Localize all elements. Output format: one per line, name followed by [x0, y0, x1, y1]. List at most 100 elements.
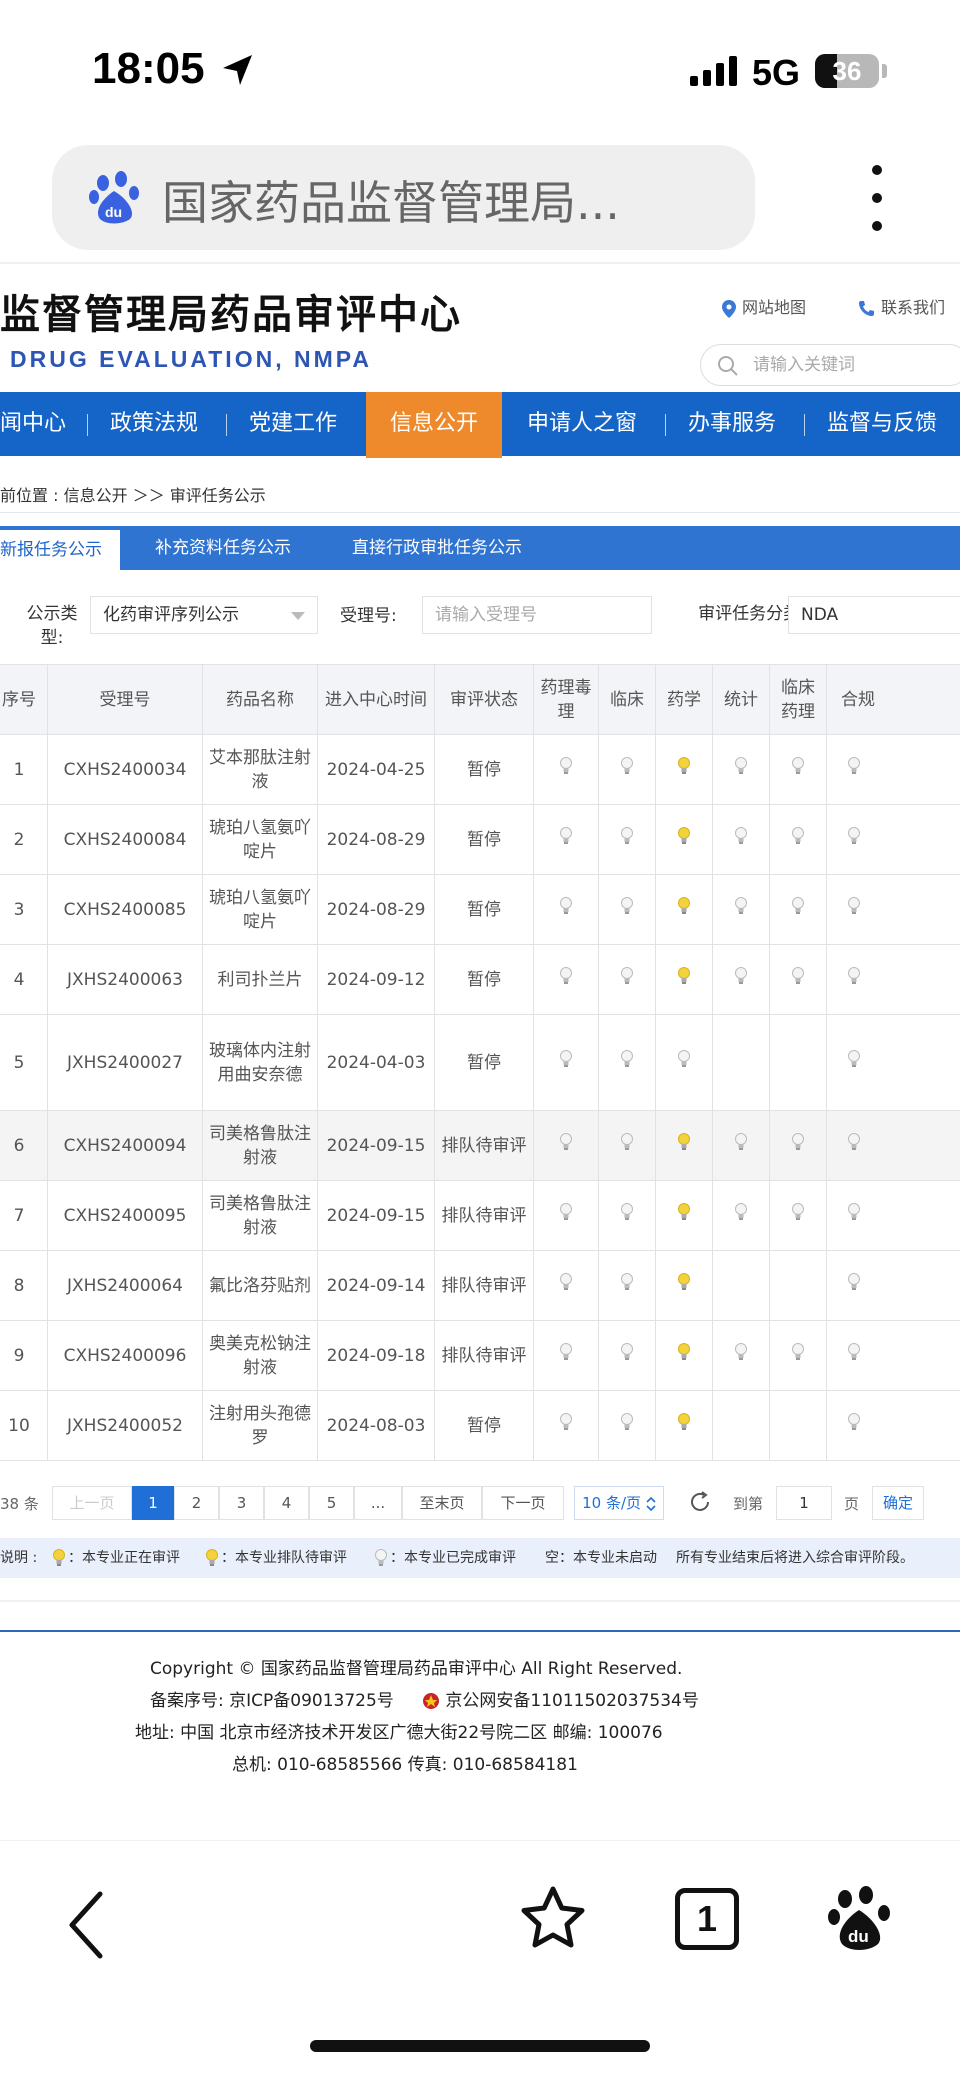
bulb-yellow-icon [678, 827, 690, 844]
cell-accept-no[interactable]: CXHS2400094 [47, 1110, 203, 1181]
nav-info-public[interactable]: 信息公开 [366, 392, 502, 458]
tabs-count-button[interactable]: 1 [675, 1888, 739, 1950]
status-time: 18:05 [92, 44, 205, 93]
table-row[interactable]: 4 JXHS2400063 利司扑兰片 2024-09-12 暂停 [0, 944, 960, 1015]
cell-accept-no[interactable]: CXHS2400096 [47, 1320, 203, 1391]
nav-applicant[interactable]: 申请人之窗 [527, 392, 637, 456]
bulb-gray-icon [848, 827, 860, 844]
more-menu-icon[interactable] [862, 165, 892, 235]
tab-direct-approval-tasks[interactable]: 直接行政审批任务公示 [352, 526, 522, 570]
cell-discipline-status [769, 1390, 827, 1461]
svg-text:du: du [848, 1927, 869, 1946]
task-tabs: 新报任务公示 补充资料任务公示 直接行政审批任务公示 [0, 526, 960, 570]
cell-status: 排队待审评 [434, 1250, 534, 1321]
cell-accept-no[interactable]: JXHS2400052 [47, 1390, 203, 1461]
table-row[interactable]: 2 CXHS2400084 琥珀八氢氨吖啶片 2024-08-29 暂停 [0, 804, 960, 875]
cell-status: 暂停 [434, 804, 534, 875]
table-row[interactable]: 7 CXHS2400095 司美格鲁肽注射液 2024-09-15 排队待审评 [0, 1180, 960, 1251]
tab-new-tasks[interactable]: 新报任务公示 [0, 530, 120, 570]
cell-accept-no[interactable]: JXHS2400063 [47, 944, 203, 1015]
last-page-button[interactable]: 至末页 [402, 1486, 482, 1520]
cell-discipline-status [712, 944, 770, 1015]
type-select[interactable]: 化药审评序列公示 [90, 596, 318, 634]
home-indicator [310, 2040, 650, 2052]
nav-separator [87, 414, 88, 436]
nav-policy[interactable]: 政策法规 [110, 392, 198, 456]
address-bar[interactable]: du 国家药品监督管理局... [52, 145, 755, 250]
search-icon [718, 356, 738, 376]
cell-accept-no[interactable]: CXHS2400085 [47, 874, 203, 945]
cell-discipline-status [533, 1110, 599, 1181]
total-count: 38 条 [0, 1495, 39, 1513]
footer-icp[interactable]: 备案序号: 京ICP备09013725号 [150, 1686, 394, 1711]
refresh-icon[interactable] [688, 1490, 712, 1514]
page-button-5[interactable]: 5 [309, 1486, 354, 1520]
location-arrow-icon [223, 55, 252, 85]
nav-separator [804, 414, 805, 436]
table-row[interactable]: 3 CXHS2400085 琥珀八氢氨吖啶片 2024-08-29 暂停 [0, 874, 960, 945]
cell-discipline-status [533, 874, 599, 945]
table-row[interactable]: 8 JXHS2400064 氟比洛芬贴剂 2024-09-14 排队待审评 [0, 1250, 960, 1321]
cell-accept-no[interactable]: CXHS2400095 [47, 1180, 203, 1251]
page-button-2[interactable]: 2 [174, 1486, 219, 1520]
th-statistics: 统计 [712, 664, 770, 735]
cell-discipline-status [655, 734, 713, 805]
table-row[interactable]: 1 CXHS2400034 艾本那肽注射液 2024-04-25 暂停 [0, 734, 960, 805]
confirm-button[interactable]: 确定 [872, 1486, 924, 1520]
prev-page-button[interactable]: 上一页 [52, 1486, 132, 1520]
baidu-paw-icon: du [89, 171, 139, 224]
divider [0, 262, 960, 264]
bulb-gray-icon [621, 1203, 633, 1220]
bulb-gray-icon [560, 897, 572, 914]
cell-discipline-status [769, 1250, 827, 1321]
cell-discipline-status [598, 1390, 656, 1461]
sitemap-link[interactable]: 网站地图 [722, 294, 806, 318]
cell-drug-name: 艾本那肽注射液 [202, 734, 318, 805]
cell-drug-name: 利司扑兰片 [202, 944, 318, 1015]
nav-services[interactable]: 办事服务 [688, 392, 776, 456]
category-select[interactable]: NDA [788, 596, 960, 634]
star-icon[interactable] [518, 1884, 588, 1954]
cell-discipline-status [655, 1110, 713, 1181]
bulb-yellow-icon [678, 967, 690, 984]
cell-accept-no[interactable]: CXHS2400034 [47, 734, 203, 805]
nav-feedback[interactable]: 监督与反馈 [827, 392, 937, 456]
cell-enter-time: 2024-08-29 [317, 874, 435, 945]
cell-discipline-status [712, 1110, 770, 1181]
table-row[interactable]: 5 JXHS2400027 玻璃体内注射用曲安奈德 2024-04-03 暂停 [0, 1014, 960, 1111]
baidu-home-icon[interactable]: du [828, 1884, 892, 1954]
site-search[interactable] [700, 344, 960, 386]
bulb-yellow-icon [678, 1203, 690, 1220]
cell-accept-no[interactable]: CXHS2400084 [47, 804, 203, 875]
nav-news[interactable]: 闻中心 [0, 392, 66, 456]
bulb-gray-icon [621, 1343, 633, 1360]
tab-supplement-tasks[interactable]: 补充资料任务公示 [155, 526, 291, 570]
cell-enter-time: 2024-04-25 [317, 734, 435, 805]
bulb-gray-icon [621, 827, 633, 844]
page-button-3[interactable]: 3 [219, 1486, 264, 1520]
bulb-gray-icon [560, 1203, 572, 1220]
table-row[interactable]: 10 JXHS2400052 注射用头孢德罗 2024-08-03 暂停 [0, 1390, 960, 1461]
bulb-gray-icon [792, 1343, 804, 1360]
cell-discipline-status [712, 1390, 770, 1461]
cell-discipline-status [826, 734, 960, 805]
cell-discipline-status [655, 944, 713, 1015]
goto-page-input[interactable]: 1 [776, 1486, 832, 1520]
bulb-gray-icon [792, 1133, 804, 1150]
page-button-4[interactable]: 4 [264, 1486, 309, 1520]
table-row[interactable]: 6 CXHS2400094 司美格鲁肽注射液 2024-09-15 排队待审评 [0, 1110, 960, 1181]
table-row[interactable]: 9 CXHS2400096 奥美克松钠注射液 2024-09-18 排队待审评 [0, 1320, 960, 1391]
cell-no: 3 [0, 874, 48, 945]
page-button-1[interactable]: 1 [132, 1486, 174, 1520]
back-icon[interactable] [66, 1890, 106, 1960]
search-input[interactable] [751, 351, 951, 379]
cell-discipline-status [533, 1180, 599, 1251]
nav-party[interactable]: 党建工作 [249, 392, 337, 456]
footer-police[interactable]: 京公网安备11011502037534号 [422, 1686, 699, 1711]
next-page-button[interactable]: 下一页 [482, 1486, 564, 1520]
contact-link[interactable]: 联系我们 [858, 294, 945, 318]
page-size-select[interactable]: 10 条/页 [574, 1486, 664, 1520]
cell-accept-no[interactable]: JXHS2400064 [47, 1250, 203, 1321]
cell-accept-no[interactable]: JXHS2400027 [47, 1014, 203, 1111]
accept-no-input[interactable] [422, 596, 652, 634]
